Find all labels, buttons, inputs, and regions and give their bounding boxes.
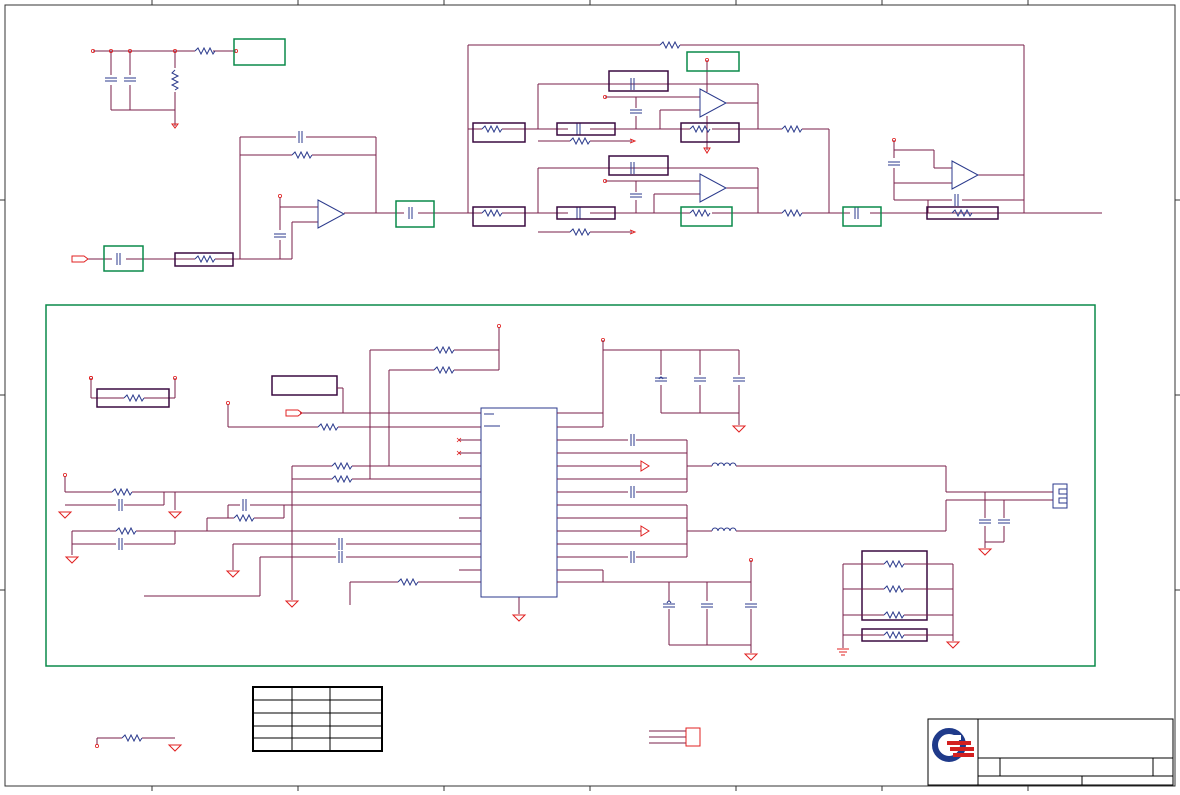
amplifier-module-frame	[45, 304, 1096, 667]
output-buffer	[870, 140, 1102, 214]
output-network	[557, 349, 1053, 653]
filter-res-box-green	[680, 206, 733, 227]
filter-stage	[467, 44, 1025, 233]
input-port-icon	[71, 255, 89, 263]
sheet-border	[0, 0, 1180, 791]
supply-label-box	[686, 51, 740, 72]
filter-res-box	[472, 122, 526, 143]
jumper-resistor-2	[271, 375, 344, 413]
input-stage	[88, 136, 474, 260]
filter-res-box	[472, 206, 526, 227]
company-logo-icon	[932, 728, 974, 762]
power-filter-block	[93, 50, 236, 126]
schematic-sheet	[0, 0, 1180, 791]
resistor-array	[837, 550, 960, 656]
filter-cap-box	[608, 70, 669, 92]
revision-table	[252, 686, 383, 752]
bus-entry	[649, 727, 701, 747]
amplifier-ic	[480, 407, 558, 598]
jumper-resistor	[89, 375, 178, 408]
filter-res-box	[680, 122, 740, 143]
coupling-cap-box	[395, 200, 435, 228]
stray-resistor	[95, 734, 182, 752]
title-block	[927, 718, 1174, 786]
net-label-box	[233, 38, 286, 66]
output-cap-box	[842, 206, 882, 227]
connector-icon	[1052, 483, 1068, 509]
filter-cap-box	[608, 155, 669, 176]
